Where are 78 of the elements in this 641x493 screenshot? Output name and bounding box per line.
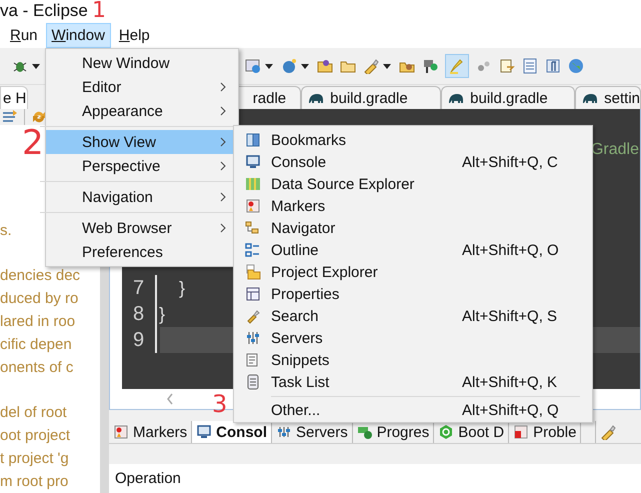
sync-icon[interactable]	[31, 109, 47, 125]
description-text: dencies dec	[0, 266, 80, 286]
menu-item[interactable]: Outline Alt+Shift+Q, O	[234, 239, 592, 261]
servers-icon	[276, 424, 292, 440]
menu-bar-item[interactable]: Run	[4, 22, 44, 48]
menu-item[interactable]: Appearance	[46, 99, 238, 123]
editor-tab[interactable]: build.gradle	[441, 86, 576, 109]
menu-item[interactable]: Search Alt+Shift+Q, S	[234, 305, 592, 327]
menu-bar-item[interactable]: Help	[112, 22, 156, 48]
code-text: }	[158, 304, 166, 324]
menu-bar-item[interactable]: Window	[46, 22, 111, 48]
marker-icon	[244, 198, 260, 214]
arrows-icon[interactable]	[2, 109, 18, 125]
pen-icon[interactable]	[363, 58, 379, 74]
column-header: Operation	[115, 470, 181, 487]
document-icon[interactable]	[499, 58, 515, 74]
highlighter-button[interactable]	[445, 54, 469, 78]
annotation-mark: 1	[92, 0, 106, 22]
progress-icon	[356, 424, 373, 440]
scroll-left-icon[interactable]	[166, 393, 174, 405]
monitor-icon	[196, 424, 212, 440]
line-number: 7	[122, 275, 157, 301]
view-tab[interactable]: Markers	[109, 421, 192, 443]
menu-item[interactable]: Project Explorer	[234, 261, 592, 283]
flashlight-icon	[244, 308, 260, 324]
tree-icon	[244, 220, 260, 236]
window-title: va - Eclipse	[0, 1, 88, 21]
list-icon[interactable]	[522, 58, 538, 74]
menu-item[interactable]: Other... Alt+Shift+Q, Q	[234, 393, 592, 421]
description-text: m root pro	[0, 472, 68, 492]
description-text: t project 'g	[0, 449, 69, 469]
description-text: duced by ro	[0, 289, 78, 309]
annotation-mark: 2	[22, 126, 44, 160]
globe-icon[interactable]	[568, 58, 584, 74]
editor-tab[interactable]: settin	[575, 86, 641, 109]
line-number: 9	[122, 327, 157, 353]
menu-item[interactable]: Editor	[46, 75, 238, 99]
highlighter-icon	[449, 58, 465, 74]
menu-item[interactable]: New Window	[46, 51, 238, 75]
flag-icon[interactable]	[422, 58, 438, 74]
monitor-icon	[244, 154, 260, 170]
description-text: onents of c	[0, 358, 74, 378]
properties-icon	[244, 286, 260, 302]
menu-item[interactable]: Servers	[234, 327, 592, 349]
folder-icon	[244, 264, 260, 280]
description-text: lared in roo	[0, 312, 76, 332]
elephant-icon	[582, 92, 598, 104]
book-icon	[244, 132, 260, 148]
description-text: cific depen	[0, 335, 72, 355]
annotation-mark: 3	[212, 392, 228, 416]
code-text: Gradle	[590, 141, 639, 159]
folder-open-icon[interactable]	[317, 58, 333, 74]
problems-icon	[513, 424, 530, 440]
editor-tab[interactable]: radle	[236, 86, 302, 109]
editor-tab[interactable]: build.gradle	[301, 86, 442, 109]
description-text: del of root	[0, 403, 67, 423]
paragraph-icon[interactable]	[545, 58, 561, 74]
hexagon-icon	[438, 424, 454, 440]
view-tab[interactable]: Consol	[192, 421, 272, 443]
outline-icon	[244, 242, 260, 258]
description-text: s.	[0, 221, 12, 241]
map-icon	[244, 176, 260, 192]
menu-item[interactable]: Task List Alt+Shift+Q, K	[234, 371, 592, 393]
menu-item[interactable]: Snippets	[234, 349, 592, 371]
elephant-icon	[308, 92, 324, 104]
view-tab[interactable]: e H	[0, 86, 28, 109]
elephant-icon	[448, 92, 464, 104]
pen-icon[interactable]	[600, 424, 616, 440]
globe-window-icon[interactable]	[245, 58, 261, 74]
description-text: oot project	[0, 426, 70, 446]
marker-icon	[113, 424, 129, 440]
servers-icon	[244, 330, 260, 346]
line-number: 8	[122, 301, 157, 327]
code-text: }	[178, 278, 186, 298]
snippets-icon	[244, 352, 260, 368]
menu-item[interactable]: Properties	[234, 283, 592, 305]
menu-item[interactable]: Console Alt+Shift+Q, C	[234, 151, 592, 173]
list-icon	[244, 374, 260, 390]
